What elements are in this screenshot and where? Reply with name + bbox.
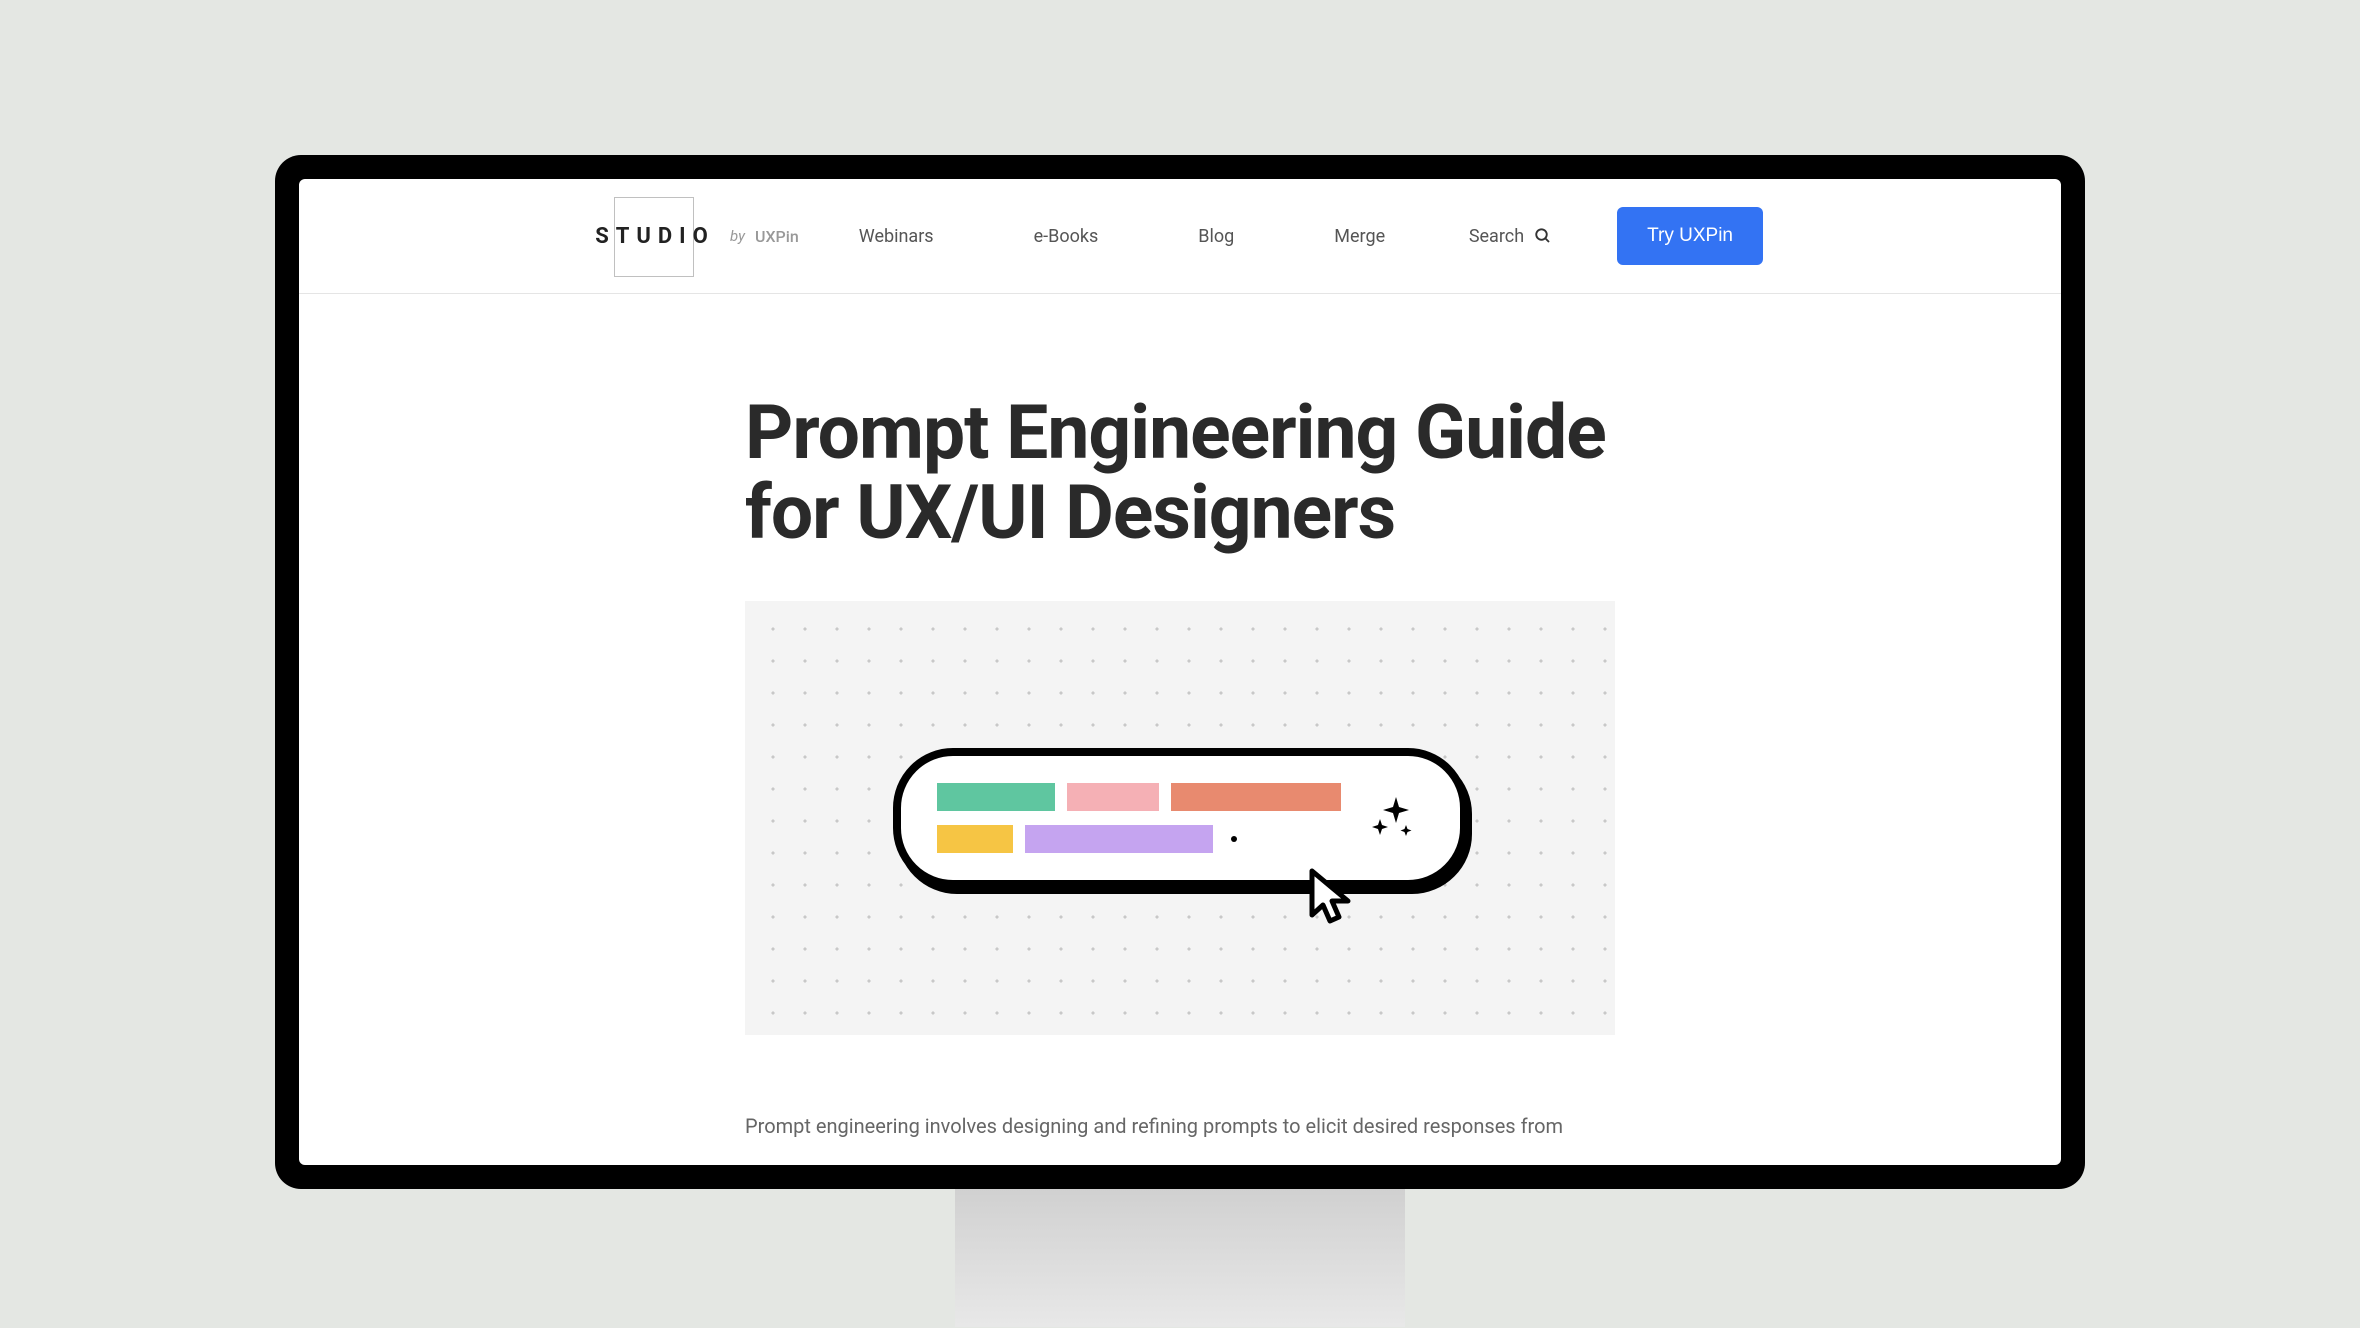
hero-illustration [745,601,1615,1035]
prompt-box [893,748,1468,888]
search-label: Search [1469,226,1524,247]
monitor-frame: STUDIO by UXPin Webinars e-Books Blog Me… [275,155,2085,1189]
article-body-preview: Prompt engineering involves designing an… [745,1110,1615,1142]
nav-blog[interactable]: Blog [1198,226,1234,247]
typing-dot [1231,836,1237,842]
main-nav: Webinars e-Books Blog Merge [859,226,1469,247]
article: Prompt Engineering Guide for UX/UI Desig… [745,394,1615,1142]
cursor-icon [1306,867,1358,933]
chips-area [937,783,1341,853]
search-icon [1534,227,1552,245]
logo-brand: UXPin [755,227,799,246]
chip-green [937,783,1055,811]
prompt-box-wrap [893,748,1468,888]
chip-purple [1025,825,1213,853]
sparkle-icon [1364,789,1418,847]
article-title: Prompt Engineering Guide for UX/UI Desig… [745,394,1615,553]
nav-webinars[interactable]: Webinars [859,226,934,247]
chip-yellow [937,825,1013,853]
chip-row-1 [937,783,1341,811]
chip-row-2 [937,825,1341,853]
main-content: Prompt Engineering Guide for UX/UI Desig… [299,294,2061,1165]
logo-sub: by [730,227,745,245]
logo-text: STUDIO [595,224,715,249]
nav-merge[interactable]: Merge [1334,226,1385,247]
chip-pink [1067,783,1159,811]
chip-orange [1171,783,1341,811]
search-button[interactable]: Search [1469,226,1552,247]
screen: STUDIO by UXPin Webinars e-Books Blog Me… [299,179,2061,1165]
monitor-stand [955,1187,1405,1327]
site-header: STUDIO by UXPin Webinars e-Books Blog Me… [299,179,2061,294]
nav-ebooks[interactable]: e-Books [1034,226,1099,247]
logo[interactable]: STUDIO by UXPin [590,197,799,275]
logo-main: STUDIO [590,197,720,275]
try-uxpin-button[interactable]: Try UXPin [1617,207,1763,265]
